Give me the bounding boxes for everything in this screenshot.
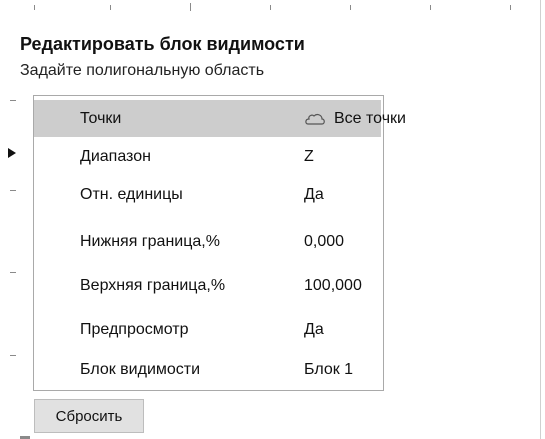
ruler-tick (430, 5, 431, 10)
property-value[interactable]: Все точки (304, 110, 406, 128)
property-label: Предпросмотр (80, 320, 189, 338)
property-value[interactable]: Да (304, 321, 324, 339)
property-value[interactable]: 0,000 (304, 233, 344, 251)
window-edge (540, 0, 541, 439)
property-label: Верхняя граница,% (80, 276, 226, 294)
property-label: Блок видимости (80, 360, 201, 378)
property-value[interactable]: 100,000 (304, 277, 362, 295)
ruler-tick (350, 5, 351, 10)
property-row-range[interactable]: Диапазон Z (34, 138, 381, 175)
ruler-tick (10, 272, 16, 273)
ruler-tick (10, 355, 16, 356)
ruler-tick (10, 190, 16, 191)
property-value[interactable]: Z (304, 148, 314, 166)
page-subtitle: Задайте полигональную область (20, 62, 265, 79)
ruler-tick (10, 100, 16, 101)
current-row-indicator-icon (8, 148, 16, 158)
property-row-lower-bound[interactable]: Нижняя граница,% 0,000 (34, 223, 381, 260)
ruler-tick (510, 5, 511, 10)
property-label: Нижняя граница,% (80, 232, 220, 250)
page-title: Редактировать блок видимости (20, 34, 305, 54)
property-row-points[interactable]: Точки Все точки (34, 100, 406, 137)
ruler-tick (34, 5, 35, 10)
property-row-visibility-block[interactable]: Блок видимости Блок 1 (34, 351, 381, 388)
reset-button[interactable]: Сбросить (34, 399, 144, 433)
property-label: Отн. единицы (80, 185, 183, 203)
ruler-tick (190, 3, 191, 11)
cloud-icon (305, 113, 325, 125)
ruler-tick (270, 5, 271, 10)
ruler-tick (110, 5, 111, 10)
property-value-text: Все точки (334, 109, 406, 127)
property-row-preview[interactable]: Предпросмотр Да (34, 311, 381, 348)
property-value[interactable]: Блок 1 (304, 361, 353, 379)
property-label: Точки (80, 109, 122, 127)
property-row-upper-bound[interactable]: Верхняя граница,% 100,000 (34, 267, 381, 304)
property-label: Диапазон (80, 147, 151, 165)
property-row-relative-units[interactable]: Отн. единицы Да (34, 176, 381, 213)
property-value[interactable]: Да (304, 186, 324, 204)
